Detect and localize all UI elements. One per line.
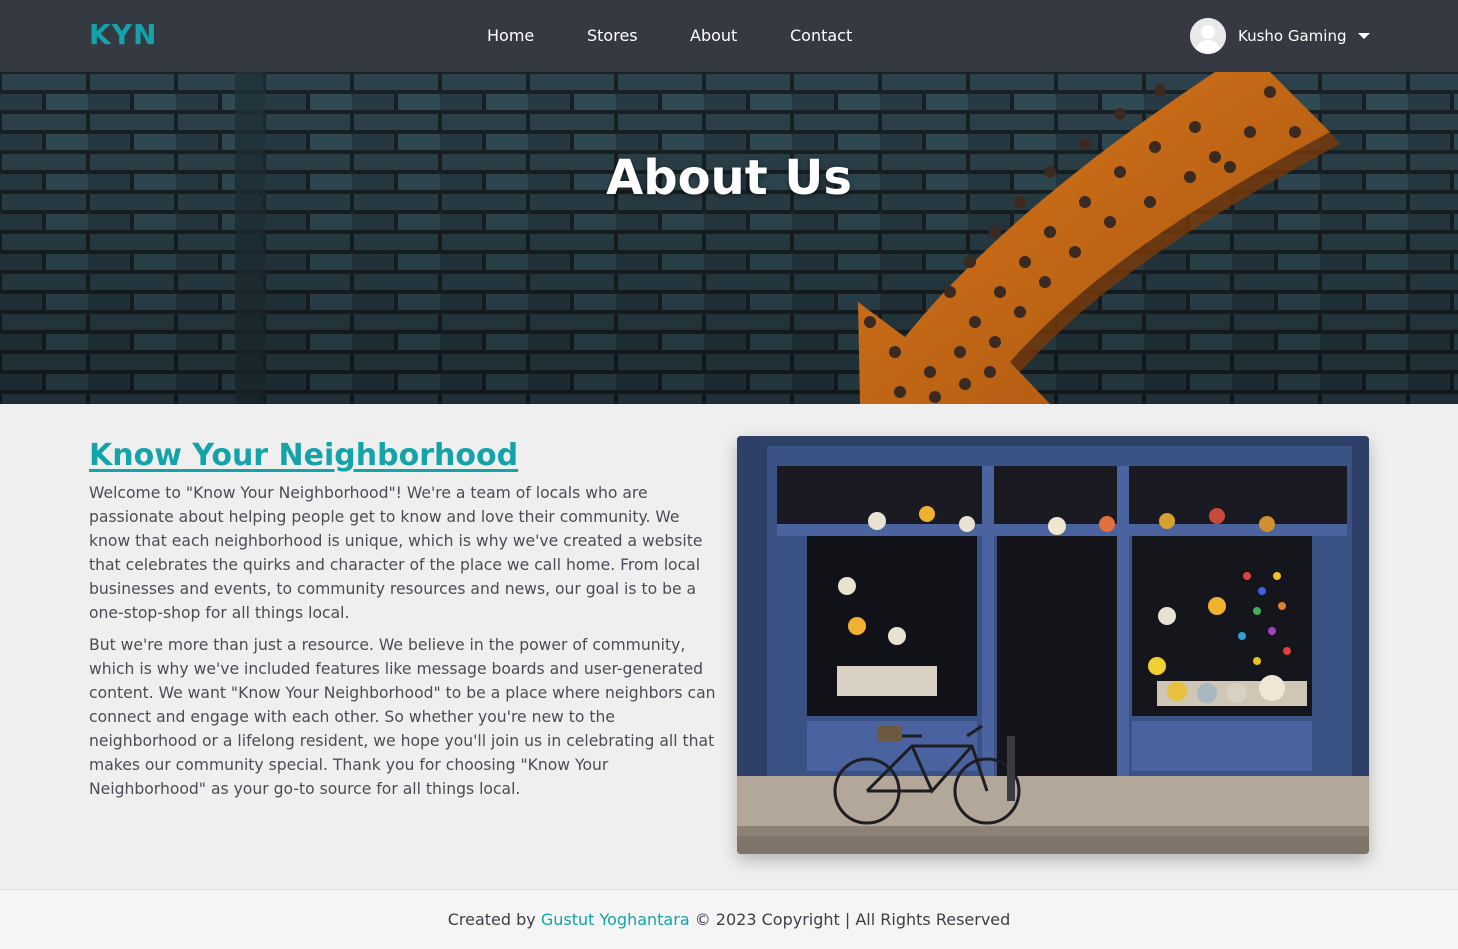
logo[interactable]: KYN bbox=[89, 18, 157, 51]
caret-down-icon[interactable] bbox=[1358, 33, 1370, 39]
footer: Created by Gustut Yoghantara © 2023 Copy… bbox=[0, 889, 1458, 949]
user-name: Kusho Gaming bbox=[1238, 27, 1347, 45]
about-paragraph-2: But we're more than just a resource. We … bbox=[89, 636, 716, 798]
nav-link-contact[interactable]: Contact bbox=[790, 26, 852, 45]
about-paragraph-1: Welcome to "Know Your Neighborhood"! We'… bbox=[89, 484, 703, 622]
navbar: KYN Home Stores About Contact Kusho Gami… bbox=[0, 0, 1458, 72]
nav-link-home[interactable]: Home bbox=[487, 26, 534, 45]
copyright-text: © 2023 Copyright | All Rights Reserved bbox=[694, 910, 1011, 929]
footer-text: Created by Gustut Yoghantara © 2023 Copy… bbox=[0, 910, 1458, 929]
page-title: About Us bbox=[606, 150, 852, 206]
user-menu[interactable]: Kusho Gaming bbox=[1190, 18, 1370, 54]
hero-banner: About Us bbox=[0, 72, 1458, 404]
nav-link-about[interactable]: About bbox=[690, 26, 737, 45]
section-heading[interactable]: Know Your Neighborhood bbox=[89, 438, 518, 473]
storefront-image bbox=[737, 436, 1369, 854]
brick-wall-arrow-image bbox=[0, 72, 1458, 404]
footer-prefix: Created by bbox=[447, 910, 536, 929]
about-section: Know Your Neighborhood Welcome to "Know … bbox=[0, 404, 1458, 889]
user-avatar-icon bbox=[1190, 18, 1226, 54]
nav-link-stores[interactable]: Stores bbox=[587, 26, 638, 45]
author-link[interactable]: Gustut Yoghantara bbox=[541, 910, 690, 929]
